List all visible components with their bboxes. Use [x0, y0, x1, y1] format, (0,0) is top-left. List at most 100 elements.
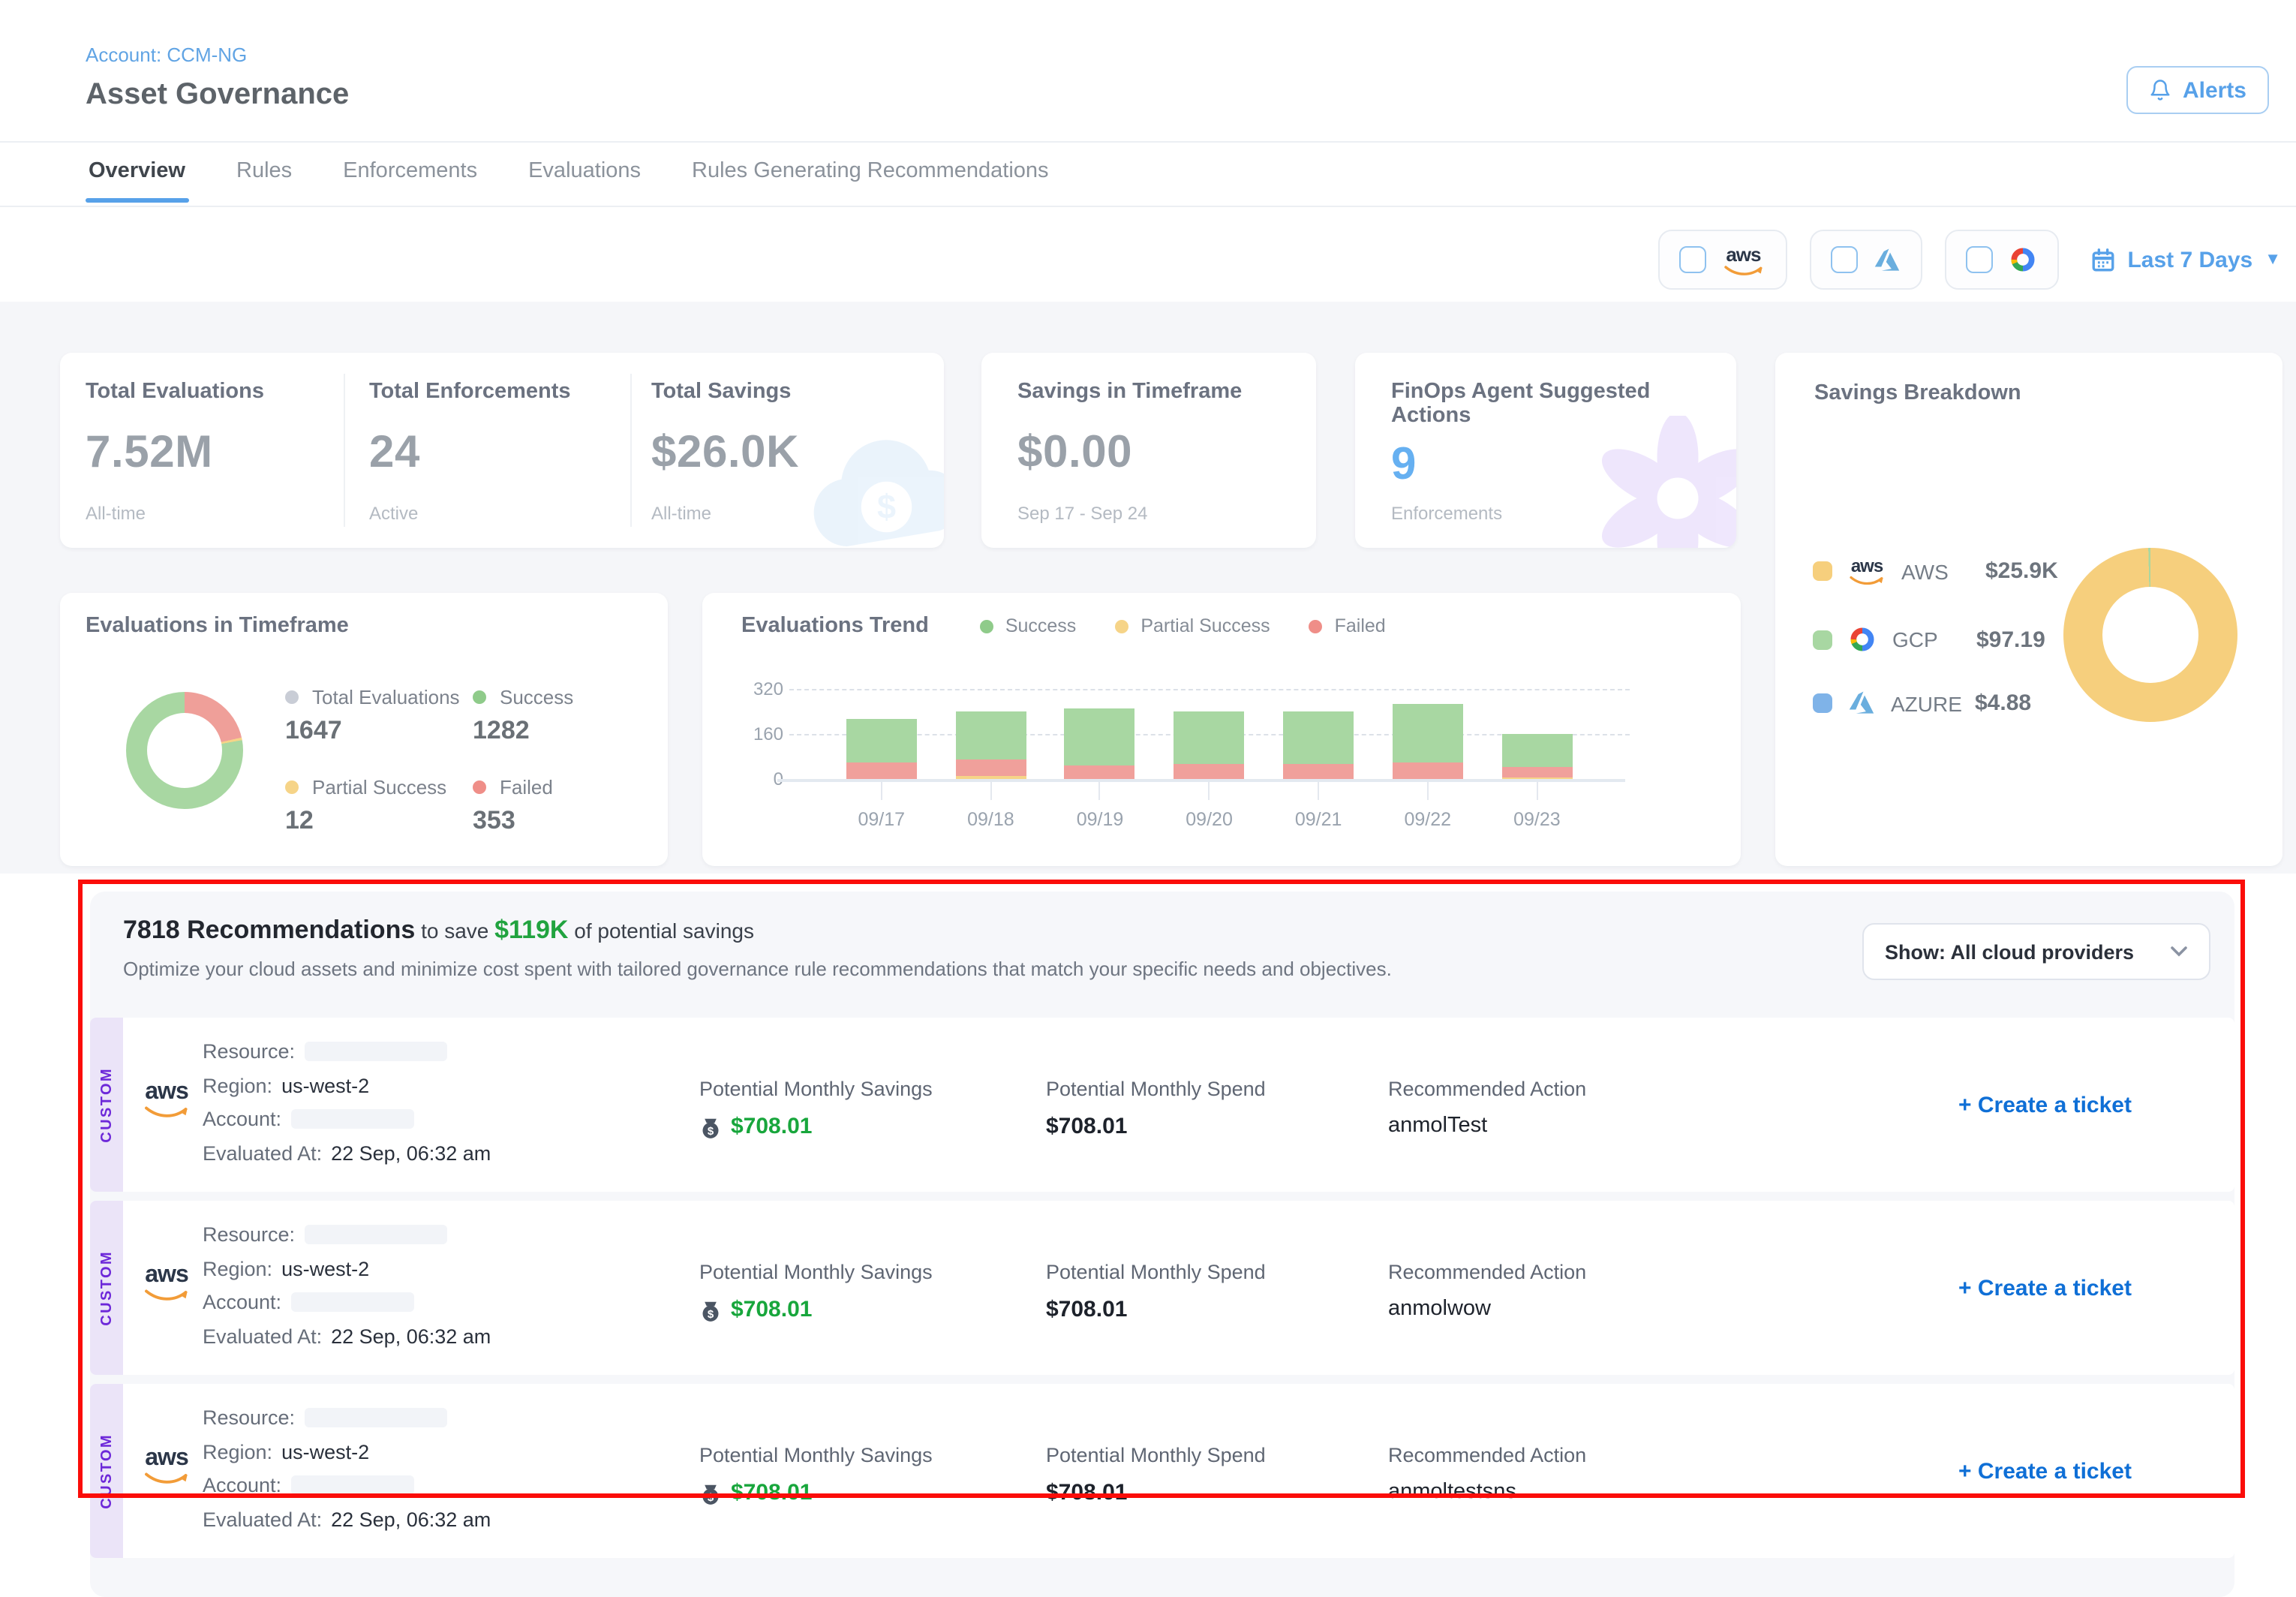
cloud-provider-filter-dropdown[interactable]: Show: All cloud providers	[1862, 923, 2210, 980]
filter-dropdown-label: Show: All cloud providers	[1885, 940, 2134, 963]
aws-logo-icon: aws	[1720, 244, 1766, 275]
custom-tag: CUSTOM	[90, 1018, 123, 1192]
total-enforcements-sub: Active	[369, 503, 609, 524]
finops-actions-label: FinOps Agent Suggested Actions	[1391, 380, 1721, 428]
create-ticket-button[interactable]: + Create a ticket	[1958, 1459, 2132, 1484]
savings-in-timeframe-value: $0.00	[1017, 428, 1288, 479]
recommendations-panel: 7818 Recommendations to save $119K of po…	[90, 892, 2234, 1597]
total-evaluations-value: 7.52M	[86, 428, 326, 479]
green-dot-icon	[473, 690, 486, 704]
trend-legend: Success Partial Success Failed	[980, 615, 1386, 636]
resource-details: Resource: Region:us-west-2 Account: Eval…	[203, 1222, 491, 1349]
gcp-label: GCP	[1892, 627, 1961, 651]
trend-bar: 09/18	[936, 689, 1046, 779]
recommendations-count-title: 7818 Recommendations	[123, 916, 415, 944]
potential-savings-amount: $119K	[494, 916, 568, 944]
date-range-picker[interactable]: Last 7 Days ▼	[2090, 247, 2281, 272]
money-bag-icon: $	[699, 1114, 722, 1138]
x-axis-label: 09/21	[1295, 809, 1342, 830]
x-axis-label: 09/17	[858, 809, 906, 830]
chevron-down-icon	[2170, 946, 2188, 958]
ytick-0: 0	[723, 768, 783, 789]
aws-swatch	[1813, 561, 1832, 581]
azure-filter-button[interactable]	[1809, 230, 1922, 290]
azure-checkbox[interactable]	[1830, 246, 1857, 273]
finops-actions-value: 9	[1391, 440, 1721, 491]
evaluations-trend-title: Evaluations Trend	[741, 614, 929, 638]
create-ticket-button[interactable]: + Create a ticket	[1958, 1093, 2132, 1118]
evaluations-in-timeframe-card: Evaluations in Timeframe Total Evaluatio…	[60, 593, 668, 866]
gcp-filter-button[interactable]	[1944, 230, 2058, 290]
x-axis-label: 09/18	[967, 809, 1014, 830]
recommended-action-column: Recommended Action anmoltestsns	[1388, 1444, 1586, 1504]
aws-logo-icon: aws	[141, 1081, 192, 1118]
savings-breakdown-title: Savings Breakdown	[1814, 381, 2021, 405]
total-enforcements-label: Total Enforcements	[369, 380, 609, 404]
svg-text:$: $	[708, 1490, 714, 1503]
recommended-action-column: Recommended Action anmolTest	[1388, 1078, 1586, 1138]
aws-filter-button[interactable]: aws	[1657, 230, 1787, 290]
total-enforcements-value: 24	[369, 428, 609, 479]
resource-details: Resource: Region:us-west-2 Account: Eval…	[203, 1039, 491, 1165]
tab-evaluations[interactable]: Evaluations	[525, 150, 644, 203]
potential-monthly-savings-column: Potential Monthly Savings $ $708.01	[699, 1261, 933, 1322]
savings-in-timeframe-sub: Sep 17 - Sep 24	[1017, 503, 1288, 524]
potential-monthly-savings-column: Potential Monthly Savings $ $708.01	[699, 1078, 933, 1139]
evaluations-timeframe-title: Evaluations in Timeframe	[86, 614, 349, 638]
page-title: Asset Governance	[86, 78, 349, 113]
total-savings-sub: All-time	[651, 503, 906, 524]
aws-logo-icon: aws	[141, 1264, 192, 1301]
savings-in-timeframe-card: Savings in Timeframe $0.00 Sep 17 - Sep …	[981, 353, 1316, 548]
x-axis-label: 09/20	[1186, 809, 1233, 830]
azure-logo-icon	[1847, 690, 1876, 716]
aws-savings-value: $25.9K	[1985, 558, 2058, 584]
finops-actions-sub: Enforcements	[1391, 503, 1721, 524]
account-breadcrumb[interactable]: Account: CCM-NG	[86, 44, 247, 66]
breakdown-aws-row: aws AWS $25.9K	[1813, 557, 2058, 585]
redacted-account-value	[290, 1475, 413, 1495]
suffix-text: of potential savings	[574, 919, 754, 943]
yellow-dot-icon	[1115, 619, 1128, 633]
trend-bar: 09/23	[1483, 689, 1592, 779]
potential-monthly-spend-column: Potential Monthly Spend $708.01	[1046, 1078, 1266, 1139]
tab-rules[interactable]: Rules	[233, 150, 295, 203]
recommendation-row: CUSTOM aws Resource: Region:us-west-2 Ac…	[90, 1201, 2234, 1375]
trend-bar-chart: 09/1709/1809/1909/2009/2109/2209/23	[827, 689, 1592, 779]
header-divider	[0, 141, 2296, 143]
redacted-resource-value	[304, 1225, 446, 1244]
money-bag-icon: $	[699, 1481, 722, 1505]
legend-success: Success 1282	[473, 686, 573, 746]
create-ticket-button[interactable]: + Create a ticket	[1958, 1276, 2132, 1301]
recommendations-description: Optimize your cloud assets and minimize …	[123, 958, 1392, 980]
alerts-button[interactable]: Alerts	[2127, 66, 2269, 114]
gcp-savings-value: $97.19	[1976, 627, 2045, 652]
kpi-divider	[630, 374, 632, 527]
gcp-checkbox[interactable]	[1965, 246, 1992, 273]
savings-breakdown-donut-chart	[2063, 548, 2237, 722]
aws-logo-icon: aws	[141, 1447, 192, 1484]
aws-checkbox[interactable]	[1678, 246, 1705, 273]
recommendation-row: CUSTOM aws Resource: Region:us-west-2 Ac…	[90, 1384, 2234, 1558]
potential-monthly-spend-column: Potential Monthly Spend $708.01	[1046, 1444, 1266, 1505]
redacted-account-value	[290, 1292, 413, 1312]
asset-governance-page: Account: CCM-NG Asset Governance Alerts …	[0, 0, 2296, 1531]
legend-failed: 353Failed 353	[473, 776, 553, 836]
tab-rules-generating-recommendations[interactable]: Rules Generating Recommendations	[689, 150, 1052, 203]
legend-total-evaluations: Total Evaluations 1647	[285, 686, 460, 746]
redacted-resource-value	[304, 1408, 446, 1427]
svg-text:$: $	[708, 1124, 714, 1137]
azure-swatch	[1813, 693, 1832, 713]
redacted-resource-value	[304, 1042, 446, 1061]
svg-text:$: $	[708, 1307, 714, 1320]
bell-icon	[2150, 78, 2172, 102]
filter-row: aws Last 7 Days ▼	[1657, 230, 2281, 290]
kpi-divider	[344, 374, 345, 527]
trend-bar: 09/20	[1155, 689, 1264, 779]
red-dot-icon	[1309, 619, 1323, 633]
tab-overview[interactable]: Overview	[86, 150, 188, 203]
gcp-logo-icon	[2007, 245, 2037, 275]
total-evaluations-sub: All-time	[86, 503, 326, 524]
tab-enforcements[interactable]: Enforcements	[340, 150, 480, 203]
chevron-down-icon: ▼	[2264, 251, 2281, 269]
evaluations-trend-card: Evaluations Trend Success Partial Succes…	[702, 593, 1741, 866]
